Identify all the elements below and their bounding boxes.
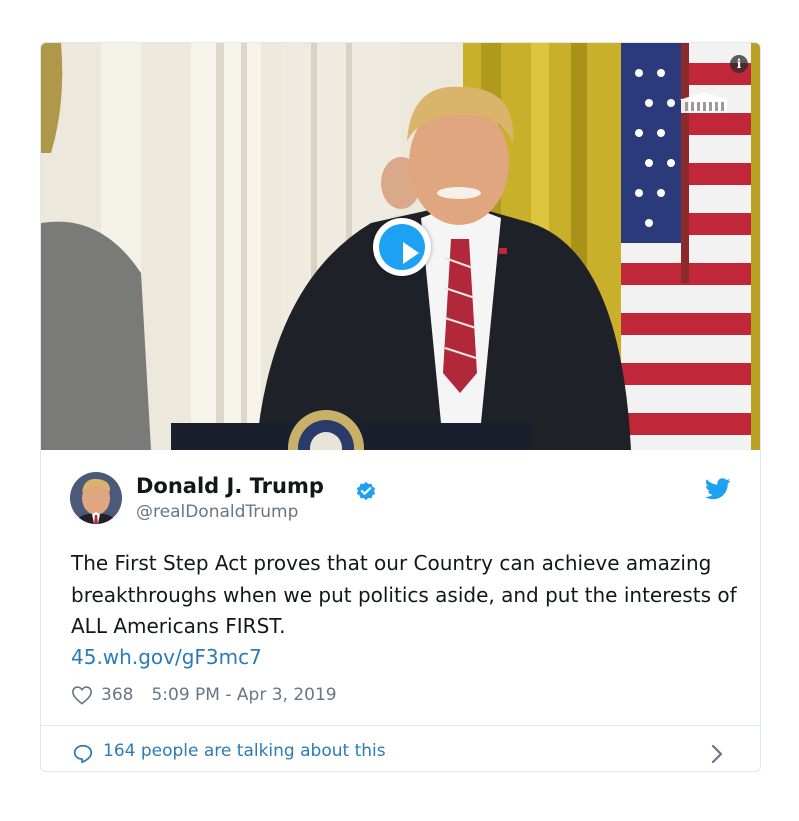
conversation-link[interactable]: 164 people are talking about this (41, 726, 760, 771)
tweet-text: The First Step Act proves that our Count… (71, 551, 737, 638)
tweet-card: i Donald J. Trump @realDonaldTrump The F… (40, 42, 761, 772)
tweet-link[interactable]: 45.wh.gov/gF3mc7 (71, 642, 262, 673)
verified-badge-icon (356, 481, 376, 501)
display-name[interactable]: Donald J. Trump (136, 474, 324, 498)
heart-icon[interactable] (71, 685, 93, 705)
white-house-logo-icon (679, 92, 729, 113)
play-triangle (403, 242, 419, 264)
avatar[interactable] (70, 472, 122, 524)
play-icon (379, 224, 425, 270)
play-button[interactable] (373, 218, 431, 276)
video-player[interactable]: i (41, 43, 760, 450)
info-icon[interactable]: i (730, 55, 748, 73)
avatar-image (70, 472, 122, 524)
tweet-meta: 368 5:09 PM - Apr 3, 2019 (71, 682, 337, 708)
chevron-right-icon (711, 744, 723, 764)
user-handle[interactable]: @realDonaldTrump (136, 502, 298, 522)
like-count[interactable]: 368 (101, 685, 133, 705)
timestamp[interactable]: 5:09 PM - Apr 3, 2019 (151, 685, 336, 705)
twitter-bird-icon[interactable] (705, 478, 731, 500)
conversation-label: 164 people are talking about this (103, 741, 386, 761)
speech-bubble-icon (73, 744, 93, 764)
